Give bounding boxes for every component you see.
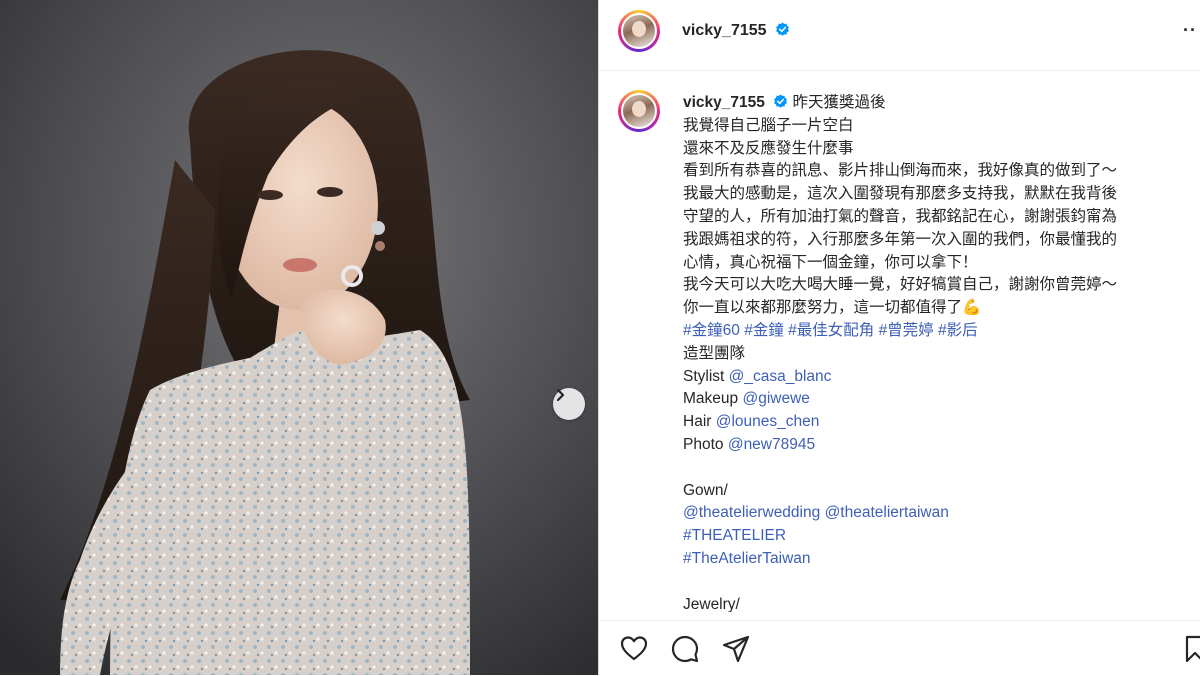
caption-text: 昨天獲獎過後 <box>792 94 886 111</box>
mention-link[interactable]: @theateliertaiwan <box>825 504 949 521</box>
post-caption: vicky_7155 昨天獲獎過後 我覺得自己腦子一片空白 還來不及反應發生什麼… <box>683 92 1193 612</box>
credit-row: Stylist @_casa_blanc <box>683 366 1193 389</box>
hashtag-row: #金鐘60 #金鐘 #最佳女配角 #曾莞婷 #影后 <box>683 320 1193 343</box>
send-icon[interactable] <box>722 635 750 663</box>
caption-text: 你一直以來都那麼努力，這一切都值得了 <box>683 299 963 317</box>
credit-handle-link[interactable]: @_casa_blanc <box>729 368 832 385</box>
credit-role: Photo <box>683 435 724 453</box>
more-options-button[interactable]: ·· <box>1183 20 1197 41</box>
hashtag-link[interactable]: #影后 <box>938 322 978 339</box>
caption-line: 還來不及反應發生什麼事 <box>683 139 854 157</box>
caption-line: 我跟媽祖求的符，入行那麼多年第一次入圍的我們，你最懂我的 <box>683 230 1118 248</box>
mention-link[interactable]: @theatelierwedding <box>683 504 820 521</box>
caption-line: 守望的人，所有加油打氣的聲音，我都銘記在心，謝謝張鈞甯為 <box>683 207 1118 225</box>
gown-handles-row: @theatelierwedding @theateliertaiwan <box>683 502 1193 525</box>
caption-line: 我今天可以大吃大喝大睡一覺，好好犒賞自己，謝謝你曾莞婷～ <box>683 276 1118 294</box>
caption-line: 我覺得自己腦子一片空白 <box>683 116 854 134</box>
post-media[interactable] <box>0 0 598 675</box>
verified-badge-icon <box>774 94 788 108</box>
post-panel: vicky_7155 ·· vicky_7155 昨天獲獎過後 我覺得自己腦子一… <box>599 0 1200 675</box>
flexed-biceps-emoji: 💪 <box>962 299 982 317</box>
caption-line: 心情，真心祝福下一個金鐘，你可以拿下！ <box>683 253 978 271</box>
verified-badge-icon <box>776 22 789 36</box>
caption-first-line: vicky_7155 昨天獲獎過後 <box>683 92 1193 115</box>
credit-row: Makeup @giwewe <box>683 388 1193 411</box>
author-avatar[interactable] <box>618 10 660 52</box>
post-header: vicky_7155 ·· <box>599 0 1200 71</box>
chevron-right-icon <box>556 388 565 402</box>
caption-line: 我最大的感動是，這次入圍發現有那麼多支持我，默默在我背後 <box>683 185 1118 203</box>
credit-handle-link[interactable]: @new78945 <box>728 436 815 453</box>
heart-icon[interactable] <box>620 635 648 661</box>
credit-role: Makeup <box>683 390 739 408</box>
credit-row: Hair @lounes_chen <box>683 411 1193 434</box>
credit-handle-link[interactable]: @lounes_chen <box>716 413 820 430</box>
author-username[interactable]: vicky_7155 <box>682 22 767 39</box>
credit-row: Photo @new78945 <box>683 434 1193 457</box>
gown-heading: Gown/ <box>683 481 728 499</box>
hashtag-link[interactable]: #TheAtelierTaiwan <box>683 550 811 567</box>
next-photo-button[interactable] <box>553 388 585 420</box>
hashtag-link[interactable]: #金鐘 <box>744 322 784 339</box>
comment-icon[interactable] <box>671 635 699 663</box>
bookmark-icon[interactable] <box>1185 635 1200 663</box>
hashtag-link[interactable]: #最佳女配角 <box>788 322 874 339</box>
action-bar <box>599 620 1200 676</box>
post-photo <box>0 0 598 675</box>
caption-author-avatar[interactable] <box>618 90 660 132</box>
caption-username[interactable]: vicky_7155 <box>683 94 765 111</box>
caption-line: 看到所有恭喜的訊息、影片排山倒海而來，我好像真的做到了～ <box>683 162 1118 180</box>
hashtag-link[interactable]: #THEATELIER <box>683 527 786 544</box>
credit-role: Hair <box>683 413 712 431</box>
credit-role: Stylist <box>683 367 725 385</box>
team-heading: 造型團隊 <box>683 344 746 362</box>
credit-handle-link[interactable]: @giwewe <box>742 390 809 407</box>
jewelry-heading: Jewelry/ <box>683 595 740 612</box>
hashtag-link[interactable]: #金鐘60 <box>683 322 740 339</box>
hashtag-link[interactable]: #曾莞婷 <box>879 322 934 339</box>
caption-line: 你一直以來都那麼努力，這一切都值得了💪 <box>683 297 1193 320</box>
